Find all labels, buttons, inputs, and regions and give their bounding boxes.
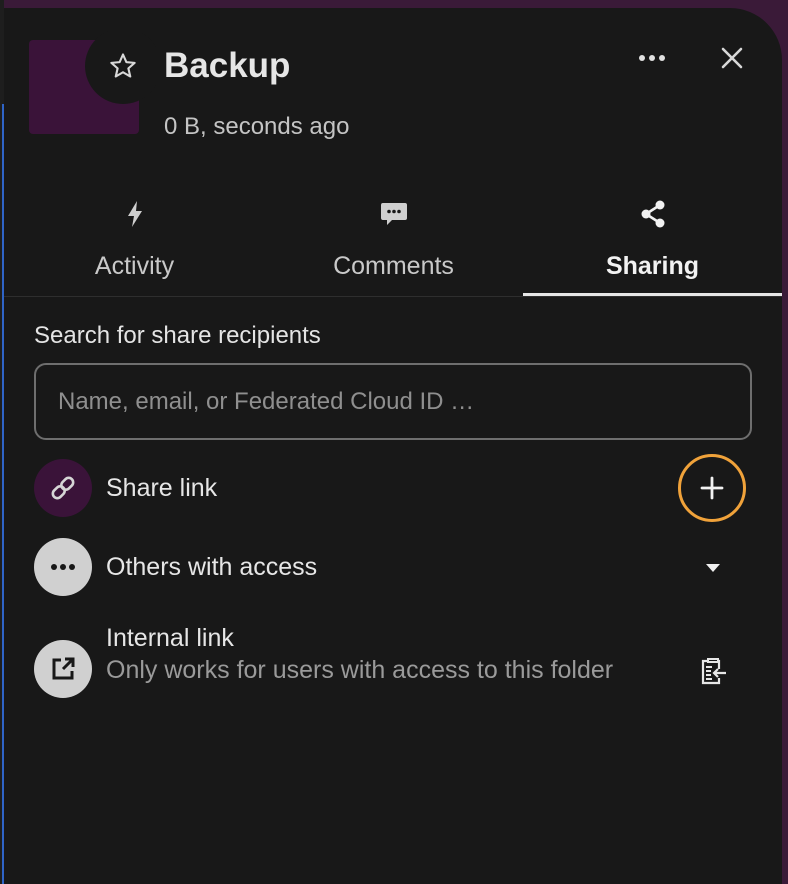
search-label: Search for share recipients [34, 322, 321, 349]
share-link-label: Share link [106, 474, 218, 502]
file-subtitle: 0 B, seconds ago [164, 113, 350, 140]
link-icon [51, 476, 75, 500]
more-horizontal-icon [639, 55, 665, 61]
tabs-divider [4, 296, 782, 297]
close-icon [721, 47, 743, 69]
caret-down-icon [706, 564, 720, 572]
add-share-link-button[interactable] [678, 454, 746, 522]
tab-label: Sharing [605, 252, 700, 280]
tab-label: Activity [94, 252, 175, 280]
others-with-access-toggle[interactable] [688, 548, 738, 588]
tab-activity[interactable]: Activity [5, 192, 264, 296]
others-with-access-avatar [34, 538, 92, 596]
internal-link-label: Internal link [106, 624, 234, 652]
star-outline-icon [110, 53, 136, 78]
dots-icon [51, 564, 75, 570]
file-details-sidebar: Backup 0 B, seconds ago Activity Comment… [4, 8, 782, 884]
tab-sharing[interactable]: Sharing [523, 192, 782, 296]
others-with-access-label: Others with access [106, 553, 318, 581]
share-link-avatar [34, 459, 92, 517]
internal-link-description: Only works for users with access to this… [106, 656, 614, 684]
more-actions-button[interactable] [628, 38, 676, 78]
tab-comments[interactable]: Comments [264, 192, 523, 296]
tab-label: Comments [333, 252, 454, 280]
comment-icon [380, 203, 407, 225]
share-recipient-search-input[interactable] [34, 363, 752, 440]
open-in-new-icon [52, 657, 75, 680]
clipboard-copy-icon [701, 658, 726, 685]
internal-link-avatar [34, 640, 92, 698]
file-title: Backup [164, 46, 291, 85]
copy-internal-link-button[interactable] [688, 648, 738, 692]
share-icon [641, 200, 664, 228]
favorite-button[interactable] [85, 28, 161, 104]
lightning-icon [127, 201, 142, 227]
plus-icon [700, 476, 724, 500]
close-button[interactable] [708, 38, 756, 78]
